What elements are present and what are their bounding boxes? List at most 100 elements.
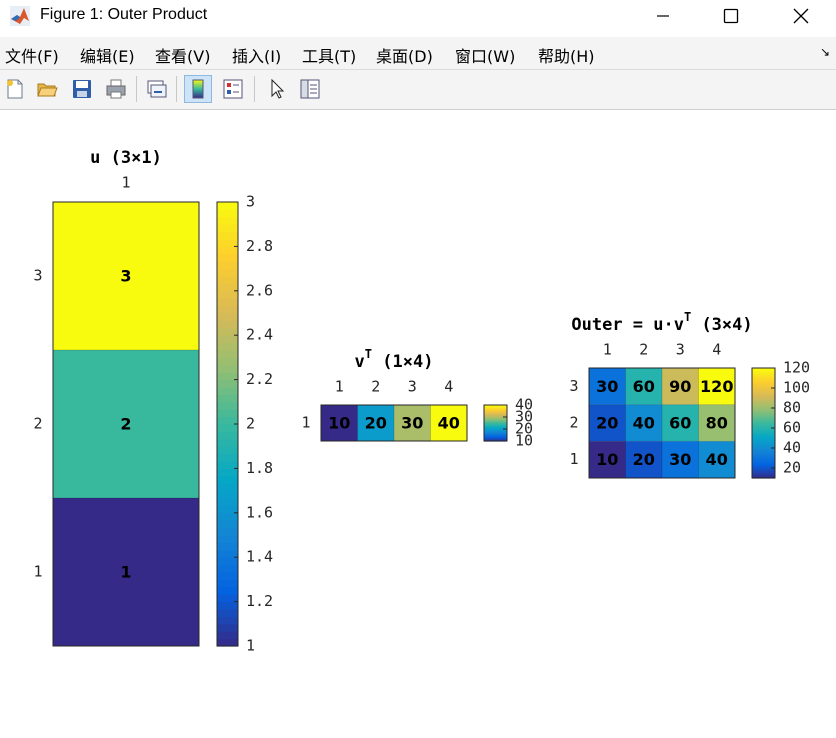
menu-insert[interactable]: 插入(I) bbox=[232, 43, 281, 67]
colorbar-segment bbox=[217, 579, 238, 588]
colorbar-segment bbox=[217, 586, 238, 595]
menu-view[interactable]: 查看(V) bbox=[155, 43, 210, 67]
colorbar-segment bbox=[217, 461, 238, 469]
menu-tools[interactable]: 工具(T) bbox=[302, 43, 356, 67]
colorbar-segment bbox=[217, 557, 238, 566]
menu-desktop[interactable]: 桌面(D) bbox=[376, 43, 433, 67]
maximize-icon bbox=[723, 8, 739, 24]
colorbar-tick-label: 100 bbox=[783, 379, 810, 397]
colorbar-segment bbox=[217, 216, 238, 225]
colorbar-segment bbox=[217, 379, 238, 388]
colorbar-segment bbox=[217, 231, 238, 240]
colorbar-segment bbox=[217, 372, 238, 381]
link-plot-icon bbox=[147, 80, 167, 98]
toolbar-separator bbox=[254, 76, 255, 102]
colorbar-segment bbox=[217, 616, 238, 625]
colorbar-segment bbox=[217, 431, 238, 440]
chart-title-suffix: (1×4) bbox=[372, 352, 433, 372]
colorbar-icon bbox=[192, 79, 204, 99]
menu-window[interactable]: 窗口(W) bbox=[455, 43, 515, 67]
chart-title-superscript: T bbox=[684, 310, 691, 324]
colorbar-segment bbox=[217, 512, 238, 521]
colorbar-segment bbox=[217, 424, 238, 432]
menu-edit[interactable]: 编辑(E) bbox=[80, 43, 135, 67]
y-tick-label: 2 bbox=[33, 415, 42, 433]
colorbar-segment bbox=[217, 498, 238, 506]
colorbar-segment bbox=[217, 357, 238, 366]
colorbar-segment bbox=[217, 623, 238, 632]
close-button[interactable] bbox=[778, 0, 824, 32]
colorbar-segment bbox=[217, 335, 238, 344]
link-plot-button[interactable] bbox=[143, 75, 171, 103]
cell-value-label: 40 bbox=[438, 414, 460, 433]
chart-title: vT (1×4) bbox=[355, 347, 434, 373]
colorbar-tick-label: 20 bbox=[783, 459, 801, 477]
colorbar-tick-label: 1.6 bbox=[246, 503, 273, 521]
colorbar-segment bbox=[217, 253, 238, 262]
x-tick-label: 2 bbox=[639, 341, 648, 359]
open-folder-icon bbox=[37, 83, 58, 97]
minimize-button[interactable] bbox=[640, 0, 686, 32]
colorbar-segment bbox=[217, 268, 238, 277]
colorbar-segment bbox=[217, 209, 238, 218]
colorbar-segment bbox=[217, 416, 238, 425]
figure-plots: 3 2 1 1 3 2 1 u (3×1) 1 1.2 1.4 1.6 1.8 2 2.2 2.4 2.6 2.8… bbox=[33, 148, 810, 655]
cell-value-label: 60 bbox=[633, 377, 655, 396]
chart-title-main: v bbox=[355, 352, 365, 372]
menu-file[interactable]: 文件(F) bbox=[5, 43, 59, 67]
x-tick-label: 4 bbox=[712, 341, 721, 359]
menu-help[interactable]: 帮助(H) bbox=[538, 43, 595, 67]
colorbar-segment bbox=[217, 246, 238, 255]
pointer-button[interactable] bbox=[263, 75, 291, 103]
property-editor-button[interactable] bbox=[296, 75, 324, 103]
cell-value-label: 60 bbox=[669, 414, 691, 433]
x-tick-label: 1 bbox=[603, 341, 612, 359]
cell-value-label: 40 bbox=[706, 450, 728, 469]
cell-value-label: 10 bbox=[328, 414, 350, 433]
y-tick-label: 1 bbox=[569, 450, 578, 468]
save-button[interactable] bbox=[68, 75, 96, 103]
colorbar-segment bbox=[217, 601, 238, 610]
colorbar-segment bbox=[217, 475, 238, 484]
colorbar-button[interactable] bbox=[184, 75, 212, 103]
colorbar-segment bbox=[217, 276, 238, 284]
colorbar-segment bbox=[217, 342, 238, 351]
colorbar-segment bbox=[217, 313, 238, 321]
colorbar-segment bbox=[217, 468, 238, 477]
print-button[interactable] bbox=[102, 75, 130, 103]
colorbar-segment bbox=[217, 387, 238, 395]
legend-button[interactable] bbox=[219, 75, 247, 103]
cell-value-label: 20 bbox=[596, 414, 618, 433]
colorbar-segment bbox=[217, 609, 238, 617]
maximize-button[interactable] bbox=[708, 0, 754, 32]
colorbar-tick-label: 2.4 bbox=[246, 326, 273, 344]
colorbar-segment bbox=[217, 520, 238, 529]
colorbar-tick-label: 2.6 bbox=[246, 281, 273, 299]
legend-icon bbox=[223, 79, 243, 99]
colorbar-tick-label: 40 bbox=[515, 396, 533, 414]
colorbar-segment bbox=[217, 549, 238, 558]
y-tick-label: 1 bbox=[33, 563, 42, 581]
cell-value-label: 120 bbox=[700, 377, 733, 396]
cell-value-label: 40 bbox=[633, 414, 655, 433]
colorbar-segment bbox=[217, 631, 238, 640]
new-figure-button[interactable] bbox=[1, 75, 29, 103]
colorbar-segment bbox=[217, 527, 238, 536]
x-tick-label: 1 bbox=[335, 378, 344, 396]
cell-value-label: 1 bbox=[120, 563, 131, 582]
chart-title: u (3×1) bbox=[90, 148, 162, 168]
colorbar-segment bbox=[217, 483, 238, 492]
cell-value-label: 80 bbox=[706, 414, 728, 433]
y-tick-label: 1 bbox=[301, 414, 310, 432]
colorbar-segment bbox=[217, 350, 238, 358]
dock-arrow-icon[interactable]: ↘ bbox=[820, 45, 830, 59]
colorbar-tick-label: 1.4 bbox=[246, 548, 273, 566]
x-tick-label: 2 bbox=[371, 378, 380, 396]
cell-value-label: 90 bbox=[669, 377, 691, 396]
colorbar-segment bbox=[217, 401, 238, 410]
open-button[interactable] bbox=[33, 75, 61, 103]
colorbar-segment bbox=[217, 409, 238, 418]
y-tick-label: 2 bbox=[569, 414, 578, 432]
colorbar-segment bbox=[217, 490, 238, 499]
cell-value-label: 2 bbox=[120, 415, 131, 434]
